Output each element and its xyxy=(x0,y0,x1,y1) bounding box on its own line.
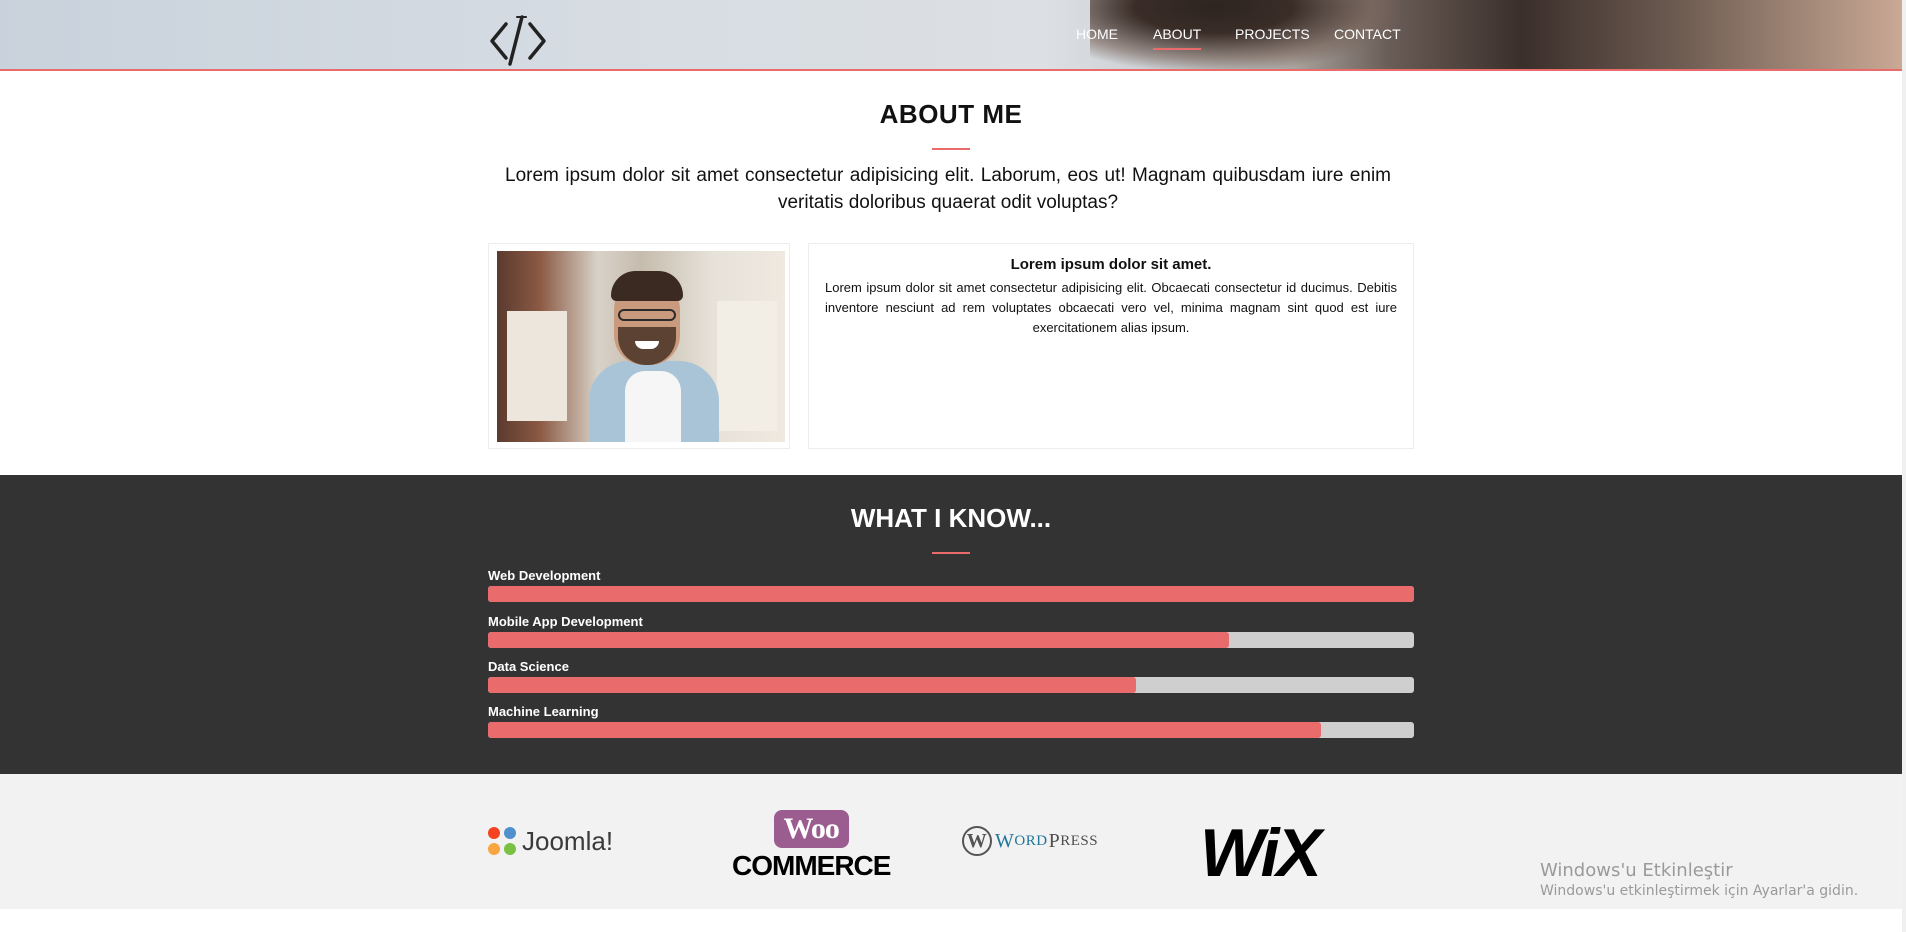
skill-label: Data Science xyxy=(488,659,569,674)
code-brackets-icon[interactable] xyxy=(488,14,548,68)
wix-logo: WiX xyxy=(1200,815,1322,891)
about-intro: Lorem ipsum dolor sit amet consectetur a… xyxy=(505,165,1391,213)
wordpress-p: P xyxy=(1048,829,1061,852)
about-card-text: Lorem ipsum dolor sit amet consectetur a… xyxy=(825,280,1397,335)
skill-progress-fill xyxy=(488,586,1414,602)
woocommerce-logo: Woo COMMERCE xyxy=(732,810,891,882)
nav-projects[interactable]: PROJECTS xyxy=(1235,26,1310,42)
woo-bubble: Woo xyxy=(773,810,849,848)
wordpress-ord: ORD xyxy=(1014,832,1048,849)
skill-label: Web Development xyxy=(488,568,601,583)
skill-progress-fill xyxy=(488,722,1322,738)
wordpress-ress: RESS xyxy=(1060,832,1099,849)
joomla-icon xyxy=(488,826,518,857)
skill-machine-learning: Machine Learning xyxy=(488,704,1414,738)
skill-web-development: Web Development xyxy=(488,568,1414,602)
joomla-wordmark: Joomla! xyxy=(522,826,614,856)
skill-progress-bar xyxy=(488,632,1414,648)
skill-progress-fill xyxy=(488,677,1137,693)
woo-commerce-text: COMMERCE xyxy=(732,850,891,881)
skills-title: WHAT I KNOW... xyxy=(850,503,1052,533)
about-text-card: Lorem ipsum dolor sit amet. Lorem ipsum … xyxy=(808,243,1414,449)
nav-about[interactable]: ABOUT xyxy=(1153,26,1202,50)
skills-title-underline xyxy=(932,552,970,554)
joomla-logo: Joomla! xyxy=(488,826,613,857)
skill-progress-bar xyxy=(488,586,1414,602)
windows-activation-title: Windows'u Etkinleştir xyxy=(1540,860,1733,881)
skill-progress-bar xyxy=(488,722,1414,738)
wordpress-logo: W W ORD P RESS xyxy=(962,826,1098,856)
about-card-title: Lorem ipsum dolor sit amet. xyxy=(1010,256,1212,273)
skill-mobile-app-development: Mobile App Development xyxy=(488,614,1414,648)
windows-activation-subtitle: Windows'u etkinleştirmek için Ayarlar'a … xyxy=(1540,883,1859,899)
wordpress-w: W xyxy=(995,829,1015,852)
skill-label: Machine Learning xyxy=(488,704,599,719)
skill-progress-fill xyxy=(488,632,1229,648)
about-title-underline xyxy=(932,148,970,150)
skill-data-science: Data Science xyxy=(488,659,1414,693)
profile-photo-card xyxy=(488,243,790,449)
about-title: ABOUT ME xyxy=(879,99,1023,129)
windows-activation-watermark: Windows'u Etkinleştir Windows'u etkinleş… xyxy=(1540,860,1858,899)
profile-photo xyxy=(497,251,785,442)
skills-section: WHAT I KNOW... Web Development Mobile Ap… xyxy=(0,475,1902,774)
nav-home[interactable]: HOME xyxy=(1076,26,1118,42)
skill-label: Mobile App Development xyxy=(488,614,643,629)
skill-progress-bar xyxy=(488,677,1414,693)
site-header: HOME ABOUT PROJECTS CONTACT xyxy=(0,0,1902,71)
page-scrollbar[interactable] xyxy=(1902,0,1906,932)
wordpress-icon: W xyxy=(962,826,992,856)
nav-contact[interactable]: CONTACT xyxy=(1334,26,1401,42)
